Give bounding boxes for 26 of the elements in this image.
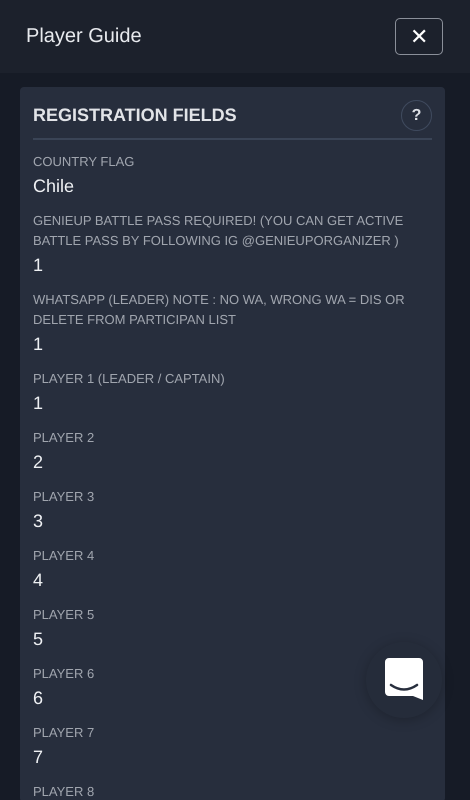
field-value: 3 [33, 510, 44, 533]
field-value: 6 [33, 687, 44, 710]
chat-bubble-icon [385, 658, 423, 702]
field-value: 5 [33, 628, 44, 651]
field-label: PLAYER 5 [33, 606, 96, 624]
window-title: Player Guide [26, 25, 142, 48]
field-label: WHATSAPP (LEADER) NOTE : NO WA, WRONG WA = DIS OR DELETE FROM PARTICIPAN LIST [33, 291, 406, 329]
field-label: PLAYER 7 [33, 724, 96, 742]
close-button[interactable]: ✕ [395, 18, 443, 55]
field-value: 4 [33, 569, 44, 592]
field-label: PLAYER 3 [33, 488, 96, 506]
field-label: COUNTRY FLAG [33, 153, 136, 171]
field-label: GENIEUP BATTLE PASS REQUIRED! (YOU CAN GET ACTIVE BATTLE PASS BY FOLLOWING IG @GENIEUPORGANIZER ) [33, 212, 404, 250]
field-value: Chile [33, 175, 76, 198]
field-value: 7 [33, 746, 44, 769]
field-value: 2 [33, 451, 44, 474]
field-label: PLAYER 2 [33, 429, 96, 447]
help-button[interactable]: ? [401, 100, 432, 131]
field-label: PLAYER 4 [33, 547, 96, 565]
field-label: PLAYER 6 [33, 665, 96, 683]
field-label: PLAYER 1 (LEADER / CAPTAIN) [33, 370, 226, 388]
section-title: REGISTRATION FIELDS [33, 105, 237, 126]
field-value: 1 [33, 254, 44, 277]
field-label: PLAYER 8 [33, 783, 96, 800]
field-value: 1 [33, 392, 44, 415]
field-value: 1 [33, 333, 44, 356]
